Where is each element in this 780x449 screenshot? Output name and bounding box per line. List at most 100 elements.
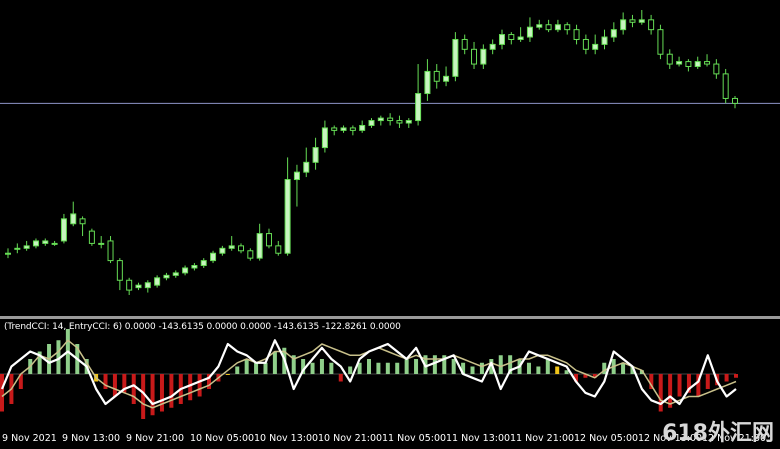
candle-body <box>200 260 207 267</box>
histogram-bar <box>555 366 560 374</box>
histogram-bar <box>451 359 456 374</box>
candle-body <box>517 36 524 40</box>
candle-body <box>526 26 533 38</box>
candle-body <box>60 218 67 242</box>
candle-body <box>368 120 375 126</box>
time-label: 10 Nov 13:00 <box>254 433 319 444</box>
candle-body <box>657 29 664 55</box>
candle-body <box>321 127 328 149</box>
time-label: 11 Nov 21:00 <box>510 433 575 444</box>
candle-body <box>107 240 114 262</box>
candle-body <box>256 233 263 259</box>
candle-body <box>704 61 711 65</box>
candle-body <box>154 277 161 286</box>
candle-body <box>79 218 86 225</box>
time-label: 9 Nov 13:00 <box>62 433 121 444</box>
candle-body <box>573 29 580 40</box>
candle-body <box>648 19 655 31</box>
candle-body <box>424 70 431 95</box>
histogram-bar <box>103 374 108 389</box>
histogram-bar <box>310 362 315 374</box>
candle-body <box>340 127 347 131</box>
candle-body <box>265 233 272 247</box>
histogram-bar <box>244 359 249 374</box>
candle-body <box>219 247 226 254</box>
price-chart[interactable] <box>0 0 780 316</box>
histogram-bar <box>150 374 155 416</box>
histogram-bar <box>197 374 202 397</box>
time-label: 10 Nov 05:00 <box>190 433 255 444</box>
time-label: 9 Nov 21:00 <box>126 433 185 444</box>
histogram-bar <box>734 374 738 378</box>
candle-body <box>620 19 627 31</box>
candle-body <box>247 250 254 259</box>
candle-body <box>88 230 95 244</box>
time-label: 11 Nov 13:00 <box>446 433 511 444</box>
histogram-bar <box>621 362 626 374</box>
candle-body <box>116 260 123 281</box>
candle-body <box>694 61 701 68</box>
candle-body <box>722 73 729 99</box>
watermark-logo: 618外汇网 <box>662 421 774 446</box>
candle-body <box>396 120 403 124</box>
candle-body <box>172 272 179 276</box>
candle-body <box>210 252 217 262</box>
candle-body <box>554 24 561 31</box>
histogram-bar <box>272 351 277 374</box>
candle-body <box>42 240 49 244</box>
candle-body <box>387 117 394 122</box>
histogram-bar <box>235 366 240 374</box>
histogram-bar <box>169 374 174 408</box>
candle-body <box>70 213 77 225</box>
histogram-bar <box>705 374 710 389</box>
histogram-bar <box>348 366 353 374</box>
candle-body <box>666 53 673 65</box>
candle-body <box>275 245 282 254</box>
candle-body <box>433 70 440 82</box>
candle-body <box>126 279 133 291</box>
candle-body <box>98 242 105 245</box>
candle-body <box>349 127 356 131</box>
histogram-bar <box>536 366 541 374</box>
histogram-bar <box>470 366 475 374</box>
candle-body <box>293 171 300 181</box>
candle-body <box>359 124 366 131</box>
candle-body <box>471 48 478 65</box>
candle-body <box>489 43 496 50</box>
histogram-bar <box>526 362 531 374</box>
candle-body <box>377 117 384 122</box>
indicator-panel[interactable] <box>0 319 780 430</box>
candle-body <box>144 282 151 289</box>
candle-body <box>284 179 291 254</box>
candle-body <box>238 245 245 252</box>
candle-body <box>228 245 235 249</box>
histogram-bar <box>498 355 503 374</box>
histogram-bar <box>338 374 343 382</box>
histogram-bar <box>724 374 729 382</box>
candle-body <box>508 34 515 40</box>
candle-body <box>461 38 468 50</box>
histogram-bar <box>141 374 146 419</box>
candle-body <box>564 24 571 31</box>
candle-body <box>545 24 552 31</box>
candle-body <box>601 36 608 45</box>
candle-body <box>498 34 505 45</box>
indicator-label: (TrendCCI: 14, EntryCCI: 6) 0.0000 -143.… <box>4 322 401 332</box>
histogram-bar <box>329 362 334 374</box>
candle-body <box>452 38 459 77</box>
time-label: 11 Nov 05:00 <box>382 433 447 444</box>
histogram-bar <box>0 374 4 412</box>
candle-body <box>331 127 338 131</box>
candle-body <box>732 97 738 104</box>
candle-body <box>182 267 189 274</box>
histogram-bar <box>263 362 268 374</box>
candle-body <box>191 265 198 269</box>
histogram-bar <box>376 362 381 374</box>
candle-body <box>592 43 599 50</box>
histogram-bar <box>254 362 259 374</box>
candle-body <box>312 147 319 163</box>
candle-body <box>638 19 645 23</box>
histogram-bar <box>159 374 164 412</box>
histogram-bar <box>414 359 419 374</box>
candle-body <box>405 120 412 124</box>
